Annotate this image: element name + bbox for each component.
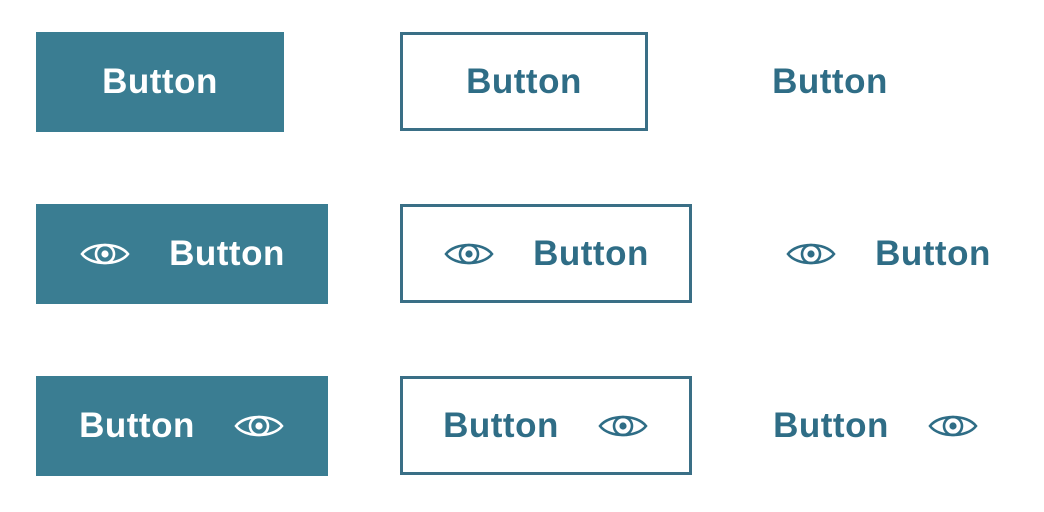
button-label: Button: [772, 62, 888, 101]
eye-icon: [79, 236, 131, 272]
button-label: Button: [875, 234, 991, 273]
eye-icon: [927, 408, 979, 444]
outlined-button-with-trailing-icon[interactable]: Button: [400, 376, 692, 475]
button-label: Button: [466, 61, 582, 101]
filled-button-with-trailing-icon[interactable]: Button: [36, 376, 328, 476]
text-button-with-trailing-icon[interactable]: Button: [756, 376, 996, 476]
filled-button[interactable]: Button: [36, 32, 284, 132]
eye-icon: [233, 408, 285, 444]
button-label: Button: [773, 406, 889, 445]
button-label: Button: [79, 406, 195, 445]
button-label: Button: [102, 62, 218, 101]
text-button-with-leading-icon[interactable]: Button: [768, 204, 1008, 304]
button-label: Button: [443, 405, 559, 445]
text-button[interactable]: Button: [748, 32, 912, 132]
button-label: Button: [169, 234, 285, 273]
outlined-button-with-leading-icon[interactable]: Button: [400, 204, 692, 303]
eye-icon: [597, 408, 649, 444]
eye-icon: [443, 236, 495, 272]
outlined-button[interactable]: Button: [400, 32, 648, 131]
eye-icon: [785, 236, 837, 272]
button-label: Button: [533, 233, 649, 273]
filled-button-with-leading-icon[interactable]: Button: [36, 204, 328, 304]
